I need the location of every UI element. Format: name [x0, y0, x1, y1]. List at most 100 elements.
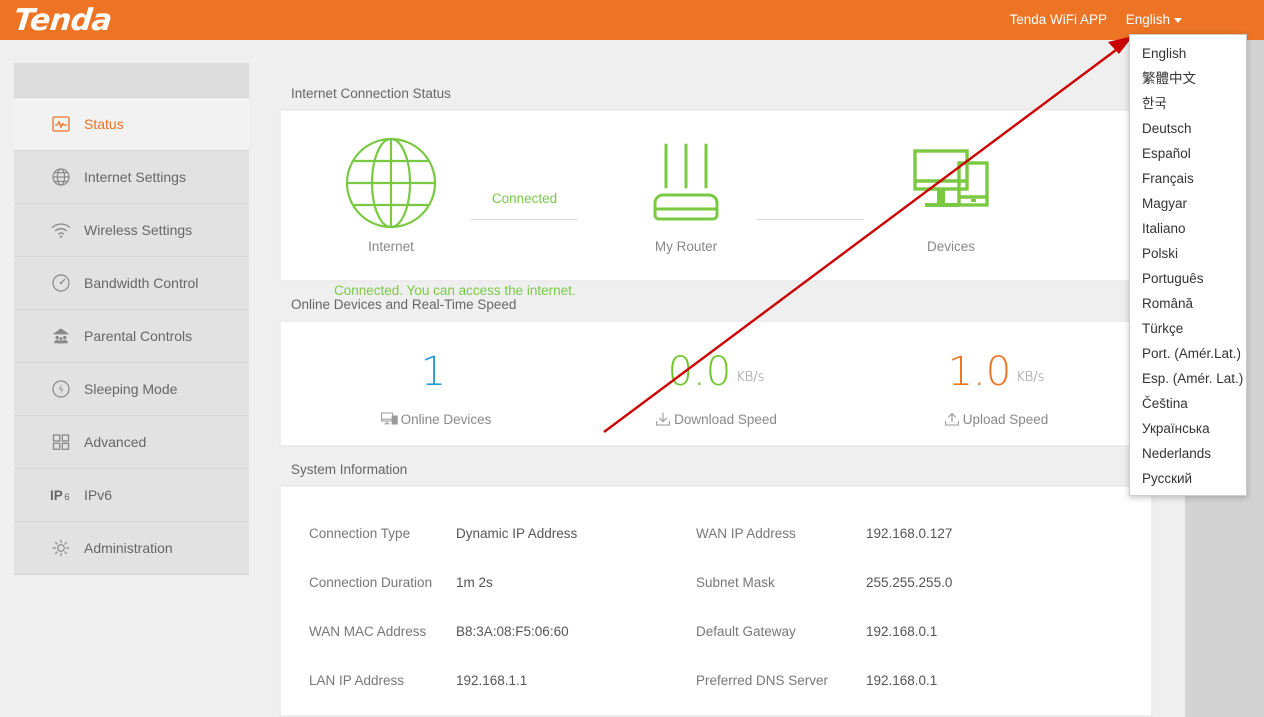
row-key: WAN MAC Address	[309, 624, 427, 639]
sidebar-item-parental-controls[interactable]: Parental Controls	[14, 310, 249, 363]
sidebar-item-wireless-settings[interactable]: Wireless Settings	[14, 204, 249, 257]
language-option-turkce[interactable]: Türkçe	[1130, 316, 1246, 341]
router-devices-link-line	[757, 219, 864, 220]
metric-unit: KB/s	[1016, 370, 1045, 385]
table-row: LAN IP Address 192.168.1.1 Preferred DNS…	[281, 656, 1151, 705]
sidebar-item-label: Wireless Settings	[84, 222, 193, 238]
node-internet: Internet	[311, 133, 471, 254]
router-admin-page: Tenda Tenda WiFi APP English Status Inte…	[0, 0, 1264, 717]
node-router: My Router	[606, 133, 766, 254]
internet-router-link-line	[471, 219, 578, 220]
devices-icon	[871, 133, 1031, 233]
language-option-deutsch[interactable]: Deutsch	[1130, 116, 1246, 141]
language-option-italiano[interactable]: Italiano	[1130, 216, 1246, 241]
language-option-ukrainian[interactable]: Українська	[1130, 416, 1246, 441]
router-icon	[606, 133, 766, 233]
grid-squares-icon	[50, 431, 72, 453]
node-devices: Devices	[871, 133, 1031, 254]
connection-note: Connected. You can access the internet.	[334, 283, 576, 298]
language-option-polski[interactable]: Polski	[1130, 241, 1246, 266]
metric-label-row: Online Devices	[306, 412, 566, 427]
table-row: Connection Duration 1m 2s Subnet Mask 25…	[281, 558, 1151, 607]
language-option-portugues[interactable]: Português	[1130, 266, 1246, 291]
sidebar-item-administration[interactable]: Administration	[14, 522, 249, 575]
row-key-2: Preferred DNS Server	[696, 673, 829, 688]
sidebar-item-bandwidth-control[interactable]: Bandwidth Control	[14, 257, 249, 310]
metric-value: 1	[420, 349, 447, 395]
gauge-icon	[50, 272, 72, 294]
row-key-2: Subnet Mask	[696, 575, 775, 590]
language-option-esp-amer-lat[interactable]: Esp. (Amér. Lat.)	[1130, 366, 1246, 391]
globe-icon	[311, 133, 471, 233]
metric-download-speed: 0.0 KB/s Download Speed	[586, 350, 846, 427]
row-value: 1m 2s	[456, 575, 493, 590]
tenda-wifi-app-link[interactable]: Tenda WiFi APP	[1009, 12, 1107, 27]
sidebar-item-internet-settings[interactable]: Internet Settings	[14, 151, 249, 204]
family-icon	[50, 325, 72, 347]
sidebar-nav: Status Internet Settings Wireless Settin…	[14, 63, 249, 575]
metric-unit: KB/s	[736, 370, 765, 385]
svg-text:IP: IP	[50, 488, 63, 503]
language-option-nederlands[interactable]: Nederlands	[1130, 441, 1246, 466]
chevron-down-icon	[1174, 17, 1182, 23]
row-value-2: 192.168.0.127	[866, 526, 953, 541]
sidebar-item-ipv6[interactable]: IP 6 IPv6	[14, 469, 249, 522]
row-key: Connection Duration	[309, 575, 433, 590]
connection-status-card: Connected Internet My Router Devices Con…	[280, 110, 1152, 298]
sidebar-item-label: Bandwidth Control	[84, 275, 199, 291]
sidebar-item-label: IPv6	[84, 487, 113, 503]
sidebar-header-strip	[14, 63, 249, 98]
main-content: Internet Connection Status Connected Int	[280, 78, 1152, 716]
wifi-icon	[50, 219, 72, 241]
node-label: My Router	[654, 239, 718, 254]
language-option-magyar[interactable]: Magyar	[1130, 191, 1246, 216]
sidebar-item-label: Sleeping Mode	[84, 381, 178, 397]
metric-value: 1.0	[947, 349, 1012, 395]
sidebar-item-label: Advanced	[84, 434, 147, 450]
sidebar-item-label: Administration	[84, 540, 173, 556]
globe-icon	[50, 166, 72, 188]
metric-upload-speed: 1.0 KB/s Upload Speed	[866, 350, 1126, 427]
metric-label-row: Download Speed	[586, 412, 846, 427]
row-value: B8:3A:08:F5:06:60	[456, 624, 569, 639]
system-information-card: Connection Type Dynamic IP Address WAN I…	[280, 486, 1152, 716]
sidebar-item-status[interactable]: Status	[14, 98, 249, 151]
metric-label: Online Devices	[400, 412, 492, 427]
row-key-2: WAN IP Address	[696, 526, 796, 541]
language-option-port-amer-lat[interactable]: Port. (Amér.Lat.)	[1130, 341, 1246, 366]
devices-small-icon	[380, 412, 398, 427]
sidebar-item-sleeping-mode[interactable]: Sleeping Mode	[14, 363, 249, 416]
row-key-2: Default Gateway	[696, 624, 796, 639]
sidebar-item-label: Parental Controls	[84, 328, 193, 344]
realtime-card: 1 Online Devices 0.0 KB/s Download Speed…	[280, 321, 1152, 446]
metric-online-devices: 1 Online Devices	[306, 350, 566, 427]
language-dropdown-menu[interactable]: English 繁體中文 한국 Deutsch Español Français…	[1129, 34, 1247, 496]
row-value-2: 255.255.255.0	[866, 575, 953, 590]
language-selector[interactable]: English	[1126, 12, 1182, 27]
top-header-bar: Tenda Tenda WiFi APP English	[0, 0, 1264, 40]
language-option-espanol[interactable]: Español	[1130, 141, 1246, 166]
node-label: Devices	[926, 239, 975, 254]
language-option-trad-chinese[interactable]: 繁體中文	[1130, 66, 1246, 91]
download-icon	[655, 412, 671, 427]
sidebar-item-advanced[interactable]: Advanced	[14, 416, 249, 469]
language-option-cestina[interactable]: Čeština	[1130, 391, 1246, 416]
upload-icon	[944, 412, 960, 427]
row-key: Connection Type	[309, 526, 411, 541]
language-selector-label: English	[1125, 12, 1170, 27]
metric-label-row: Upload Speed	[866, 412, 1126, 427]
row-value-2: 192.168.0.1	[866, 624, 938, 639]
language-option-korean[interactable]: 한국	[1130, 91, 1246, 116]
sidebar-item-label: Internet Settings	[84, 169, 186, 185]
svg-text:6: 6	[64, 492, 69, 502]
row-value: Dynamic IP Address	[456, 526, 578, 541]
table-row: WAN MAC Address B8:3A:08:F5:06:60 Defaul…	[281, 607, 1151, 656]
language-option-romana[interactable]: Română	[1130, 291, 1246, 316]
language-option-francais[interactable]: Français	[1130, 166, 1246, 191]
connection-link-status: Connected	[491, 191, 558, 206]
connection-status-title: Internet Connection Status	[280, 78, 1152, 110]
system-information-title: System Information	[280, 446, 1152, 486]
language-option-russian[interactable]: Русский	[1130, 466, 1246, 491]
language-option-english[interactable]: English	[1130, 41, 1246, 66]
ipv6-icon: IP 6	[50, 484, 72, 506]
